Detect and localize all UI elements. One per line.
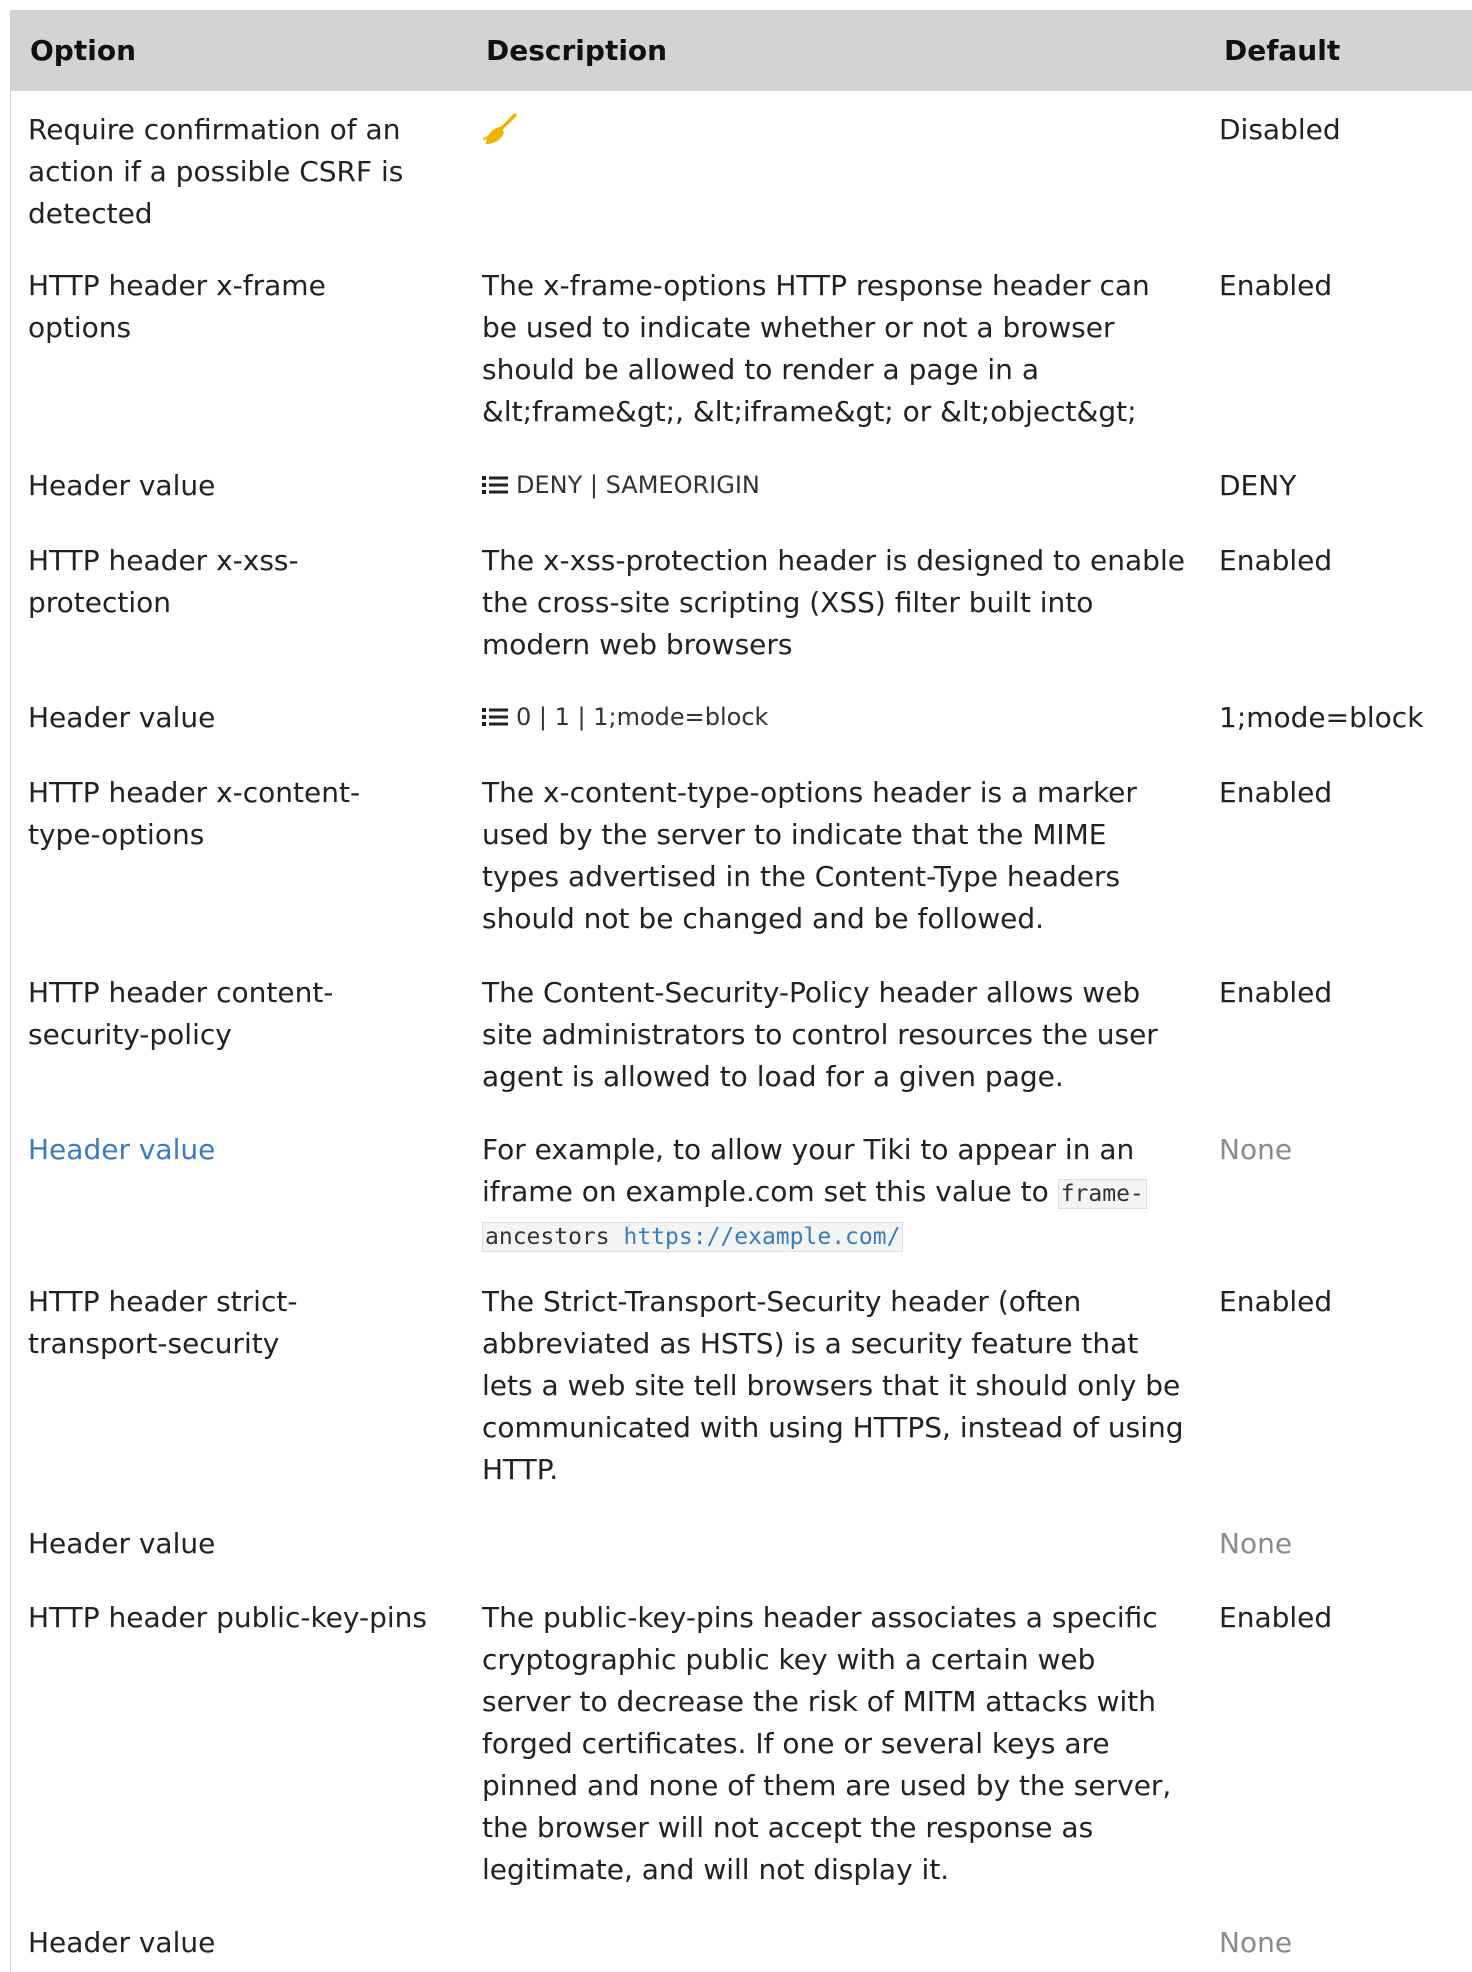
column-header-default: Default: [1224, 34, 1341, 67]
option-label: Header value: [28, 1527, 216, 1560]
description-text: The x-xss-protection header is designed …: [482, 544, 1185, 661]
column-header-description: Description: [486, 34, 668, 67]
default-value: Enabled: [1219, 776, 1333, 809]
table-header: Option Description Default: [10, 10, 1472, 91]
broom-icon: [482, 113, 518, 154]
option-label: Header value: [28, 469, 216, 502]
description-text: The x-frame-options HTTP response header…: [482, 269, 1150, 428]
option-label: HTTP header x-frame options: [28, 269, 326, 344]
default-value: Disabled: [1219, 113, 1341, 146]
default-value: Enabled: [1219, 976, 1333, 1009]
option-label: Header value: [28, 1926, 216, 1959]
column-header-option: Option: [30, 34, 136, 67]
default-value: None: [1219, 1527, 1293, 1560]
description-text: 0 | 1 | 1;mode=block: [516, 703, 769, 731]
option-label: HTTP header x-content-type-options: [28, 776, 361, 851]
description-text: The Strict-Transport-Security header (of…: [482, 1285, 1184, 1486]
option-label: HTTP header content-security-policy: [28, 976, 334, 1051]
description-options: 0 | 1 | 1;mode=block: [482, 701, 1192, 736]
list-icon: [482, 704, 508, 736]
description-text: The public-key-pins header associates a …: [482, 1601, 1172, 1886]
option-label-link[interactable]: Header value: [28, 1129, 468, 1171]
default-value: 1;mode=block: [1219, 701, 1424, 734]
default-value: None: [1219, 1926, 1293, 1959]
description-options: DENY | SAMEORIGIN: [482, 469, 1192, 504]
description-text: For example, to allow your Tiki to appea…: [482, 1133, 1135, 1208]
description-cell: [482, 113, 1192, 159]
description-cell: For example, to allow your Tiki to appea…: [482, 1129, 1192, 1257]
default-value: DENY: [1219, 469, 1297, 502]
default-value: Enabled: [1219, 544, 1333, 577]
option-label: HTTP header public-key-pins: [28, 1601, 427, 1634]
description-text: The Content-Security-Policy header allow…: [482, 976, 1158, 1093]
description-text: The x-content-type-options header is a m…: [482, 776, 1137, 935]
option-label: Require confirmation of an action if a p…: [28, 113, 404, 230]
default-value: Enabled: [1219, 1601, 1333, 1634]
example-url-link[interactable]: https://example.com/: [623, 1224, 900, 1250]
option-label: HTTP header x-xss-protection: [28, 544, 299, 619]
default-value: Enabled: [1219, 1285, 1333, 1318]
option-label: HTTP header strict-transport-security: [28, 1285, 298, 1360]
default-value: Enabled: [1219, 269, 1333, 302]
list-icon: [482, 472, 508, 504]
description-text: DENY | SAMEORIGIN: [516, 471, 760, 499]
option-label: Header value: [28, 701, 216, 734]
default-value: None: [1219, 1133, 1293, 1166]
